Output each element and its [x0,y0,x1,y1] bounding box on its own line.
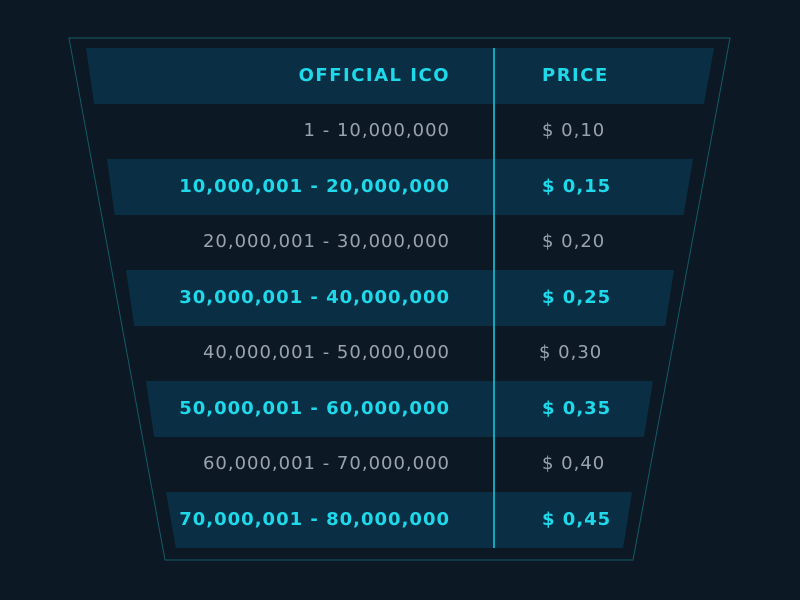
row-1-price: $ 0,10 [542,120,606,141]
row-7-price: $ 0,40 [542,453,606,474]
row-3-price: $ 0,20 [542,231,606,252]
row-2-range: 10,000,001 - 20,000,000 [179,176,450,197]
ico-price-table: OFFICIAL ICO PRICE 1 - 10,000,000 $ 0,10… [0,0,800,600]
row-8-range: 70,000,001 - 80,000,000 [179,509,450,530]
row-6-range: 50,000,001 - 60,000,000 [179,398,450,419]
row-5-price: $ 0,30 [539,342,603,363]
header-price: PRICE [542,65,609,86]
row-3-range: 20,000,001 - 30,000,000 [202,231,450,252]
row-1-range: 1 - 10,000,000 [303,120,450,141]
header-official-ico: OFFICIAL ICO [298,65,450,86]
row-7-range: 60,000,001 - 70,000,000 [202,453,450,474]
row-4-range: 30,000,001 - 40,000,000 [179,287,450,308]
row-5-range: 40,000,001 - 50,000,000 [202,342,450,363]
column-divider [493,48,495,548]
row-8-price: $ 0,45 [542,509,612,530]
row-2-price: $ 0,15 [542,176,612,197]
row-4-price: $ 0,25 [542,287,612,308]
row-6-price: $ 0,35 [542,398,612,419]
